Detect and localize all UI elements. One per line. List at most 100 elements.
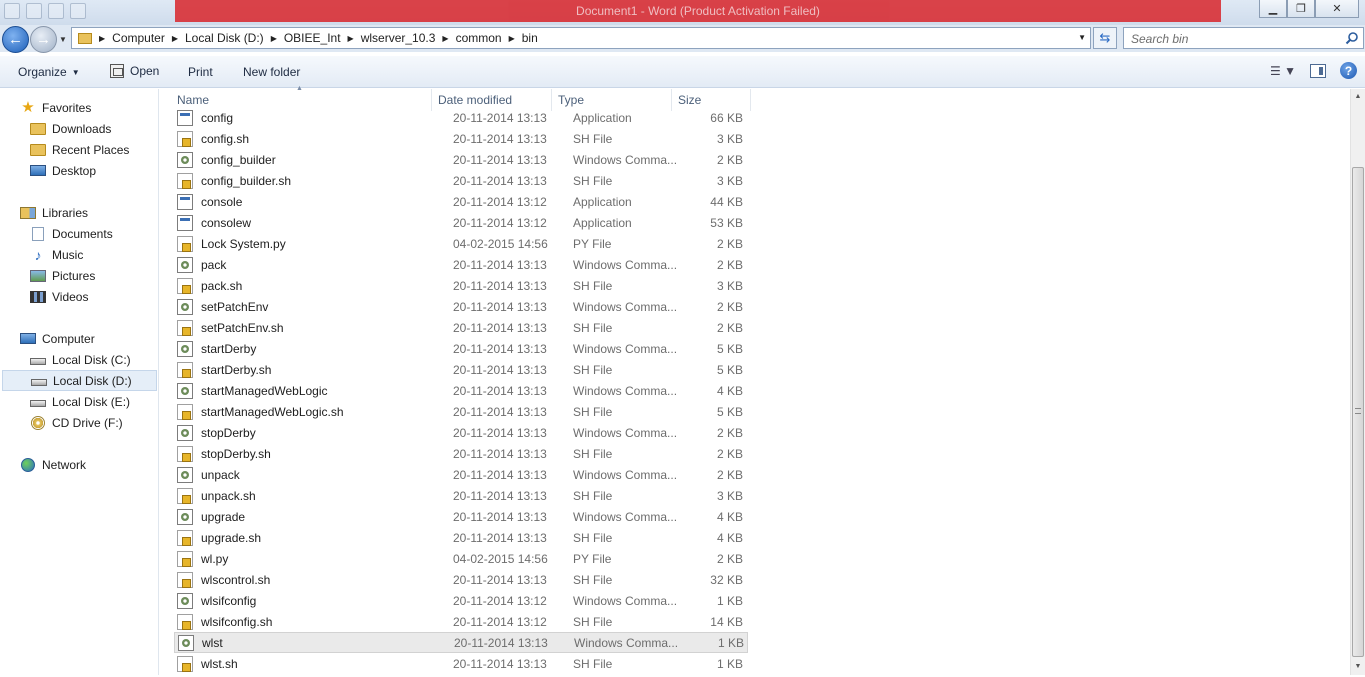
print-button[interactable]: Print [188, 65, 213, 79]
chevron-right-icon[interactable]: ▶ [509, 34, 515, 43]
scroll-thumb[interactable] [1352, 167, 1364, 657]
file-size: 4 KB [716, 509, 743, 524]
breadcrumb-bin[interactable]: bin [522, 31, 538, 45]
file-row[interactable]: pack.sh 20-11-2014 13:13 SH File 3 KB [174, 275, 748, 296]
file-type: SH File [573, 656, 613, 671]
scroll-up-button[interactable]: ▲ [1351, 89, 1365, 105]
file-row[interactable]: pack 20-11-2014 13:13 Windows Comma... 2 KB [174, 254, 748, 275]
nav-cd-drive-f[interactable]: CD Drive (F:) [30, 412, 157, 433]
forward-button[interactable]: → [30, 26, 57, 53]
undo-icon[interactable] [48, 3, 64, 19]
file-row[interactable]: setPatchEnv 20-11-2014 13:13 Windows Comma… [174, 296, 748, 317]
nav-downloads[interactable]: Downloads [30, 118, 157, 139]
file-type: SH File [573, 131, 613, 146]
nav-favorites[interactable]: ★ Favorites [20, 97, 157, 118]
redo-icon[interactable] [70, 3, 86, 19]
nav-label: Documents [52, 226, 113, 241]
drive-icon [30, 358, 46, 365]
change-view-button[interactable]: ☰ ▼ [1270, 64, 1296, 78]
nav-local-disk-c[interactable]: Local Disk (C:) [30, 349, 157, 370]
restore-button[interactable]: ❐ [1287, 0, 1315, 18]
file-row[interactable]: startDerby 20-11-2014 13:13 Windows Comma.… [174, 338, 748, 359]
search-icon[interactable] [1345, 31, 1359, 45]
file-name: Lock System.py [201, 236, 286, 251]
file-row[interactable]: stopDerby 20-11-2014 13:13 Windows Comma..… [174, 422, 748, 443]
preview-pane-button[interactable] [1310, 63, 1326, 78]
nav-pictures[interactable]: Pictures [30, 265, 157, 286]
nav-documents[interactable]: Documents [30, 223, 157, 244]
file-row[interactable]: wlst.sh 20-11-2014 13:13 SH File 1 KB [174, 653, 748, 674]
file-type: Windows Comma... [573, 299, 678, 314]
file-row[interactable]: startDerby.sh 20-11-2014 13:13 SH File 5 KB [174, 359, 748, 380]
organize-button[interactable]: Organize ▼ [18, 65, 80, 79]
script-file-icon [177, 571, 193, 588]
file-row[interactable]: consolew 20-11-2014 13:12 Application 53 KB [174, 212, 748, 233]
chevron-right-icon[interactable]: ▶ [442, 34, 448, 43]
file-date-modified: 20-11-2014 13:13 [453, 110, 547, 125]
file-row[interactable]: startManagedWebLogic.sh 20-11-2014 13:13 S… [174, 401, 748, 422]
file-date-modified: 20-11-2014 13:13 [453, 446, 547, 461]
file-row[interactable]: config 20-11-2014 13:13 Application 66 KB [174, 107, 748, 128]
file-name: startDerby [201, 341, 257, 356]
application-file-icon [177, 109, 193, 126]
nav-music[interactable]: ♪ Music [30, 244, 157, 265]
star-icon: ★ [21, 98, 35, 116]
breadcrumb-local-disk-d[interactable]: Local Disk (D:) [185, 31, 264, 45]
close-button[interactable]: ✕ [1315, 0, 1359, 18]
chevron-right-icon[interactable]: ▶ [348, 34, 354, 43]
breadcrumb-wlserver[interactable]: wlserver_10.3 [361, 31, 436, 45]
file-row[interactable]: wlsifconfig 20-11-2014 13:12 Windows Comma… [174, 590, 748, 611]
file-row[interactable]: unpack.sh 20-11-2014 13:13 SH File 3 KB [174, 485, 748, 506]
open-button[interactable]: Open [110, 64, 159, 78]
refresh-button[interactable]: ⇆ [1093, 27, 1117, 49]
file-date-modified: 20-11-2014 13:13 [453, 509, 547, 524]
nav-label: Network [42, 457, 87, 472]
nav-local-disk-d[interactable]: Local Disk (D:) [2, 370, 157, 391]
address-history-dropdown[interactable]: ▼ [1078, 33, 1086, 42]
search-input[interactable]: Search bin [1123, 27, 1364, 49]
breadcrumb-computer[interactable]: Computer [112, 31, 165, 45]
vertical-scrollbar[interactable]: ▲ ▼ [1350, 89, 1365, 675]
recent-pages-dropdown[interactable]: ▼ [59, 35, 67, 44]
file-row[interactable]: Lock System.py 04-02-2015 14:56 PY File 2 K… [174, 233, 748, 254]
file-row[interactable]: config_builder 20-11-2014 13:13 Windows Co… [174, 149, 748, 170]
chevron-right-icon[interactable]: ▶ [271, 34, 277, 43]
file-row[interactable]: upgrade.sh 20-11-2014 13:13 SH File 4 KB [174, 527, 748, 548]
new-folder-icon[interactable] [26, 3, 42, 19]
chevron-right-icon[interactable]: ▶ [172, 34, 178, 43]
file-row[interactable]: wlsifconfig.sh 20-11-2014 13:12 SH File 14 … [174, 611, 748, 632]
file-row[interactable]: console 20-11-2014 13:12 Application 44 KB [174, 191, 748, 212]
properties-icon[interactable] [4, 3, 20, 19]
file-row[interactable]: startManagedWebLogic 20-11-2014 13:13 Wind… [174, 380, 748, 401]
nav-network[interactable]: Network [20, 454, 157, 475]
nav-desktop[interactable]: Desktop [30, 160, 157, 181]
script-file-icon [177, 550, 193, 567]
file-row[interactable]: upgrade 20-11-2014 13:13 Windows Comma... 4… [174, 506, 748, 527]
nav-local-disk-e[interactable]: Local Disk (E:) [30, 391, 157, 412]
minimize-button[interactable]: ▁ [1259, 0, 1287, 18]
nav-videos[interactable]: Videos [30, 286, 157, 307]
refresh-icon: ⇆ [1099, 30, 1111, 45]
file-size: 3 KB [716, 488, 743, 503]
file-name: console [201, 194, 243, 209]
file-row[interactable]: wlst 20-11-2014 13:13 Windows Comma... 1 KB [174, 632, 748, 653]
nav-libraries[interactable]: Libraries [20, 202, 157, 223]
back-button[interactable]: ← [2, 26, 29, 53]
scroll-down-button[interactable]: ▼ [1351, 659, 1365, 675]
file-row[interactable]: stopDerby.sh 20-11-2014 13:13 SH File 2 KB [174, 443, 748, 464]
nav-recent-places[interactable]: Recent Places [30, 139, 157, 160]
chevron-right-icon[interactable]: ▶ [99, 34, 105, 43]
address-bar[interactable]: ▶ Computer ▶ Local Disk (D:) ▶ OBIEE_Int… [71, 27, 1091, 49]
file-row[interactable]: config_builder.sh 20-11-2014 13:13 SH File… [174, 170, 748, 191]
help-button[interactable]: ? [1340, 62, 1357, 79]
print-label: Print [188, 65, 213, 79]
new-folder-button[interactable]: New folder [243, 65, 300, 79]
breadcrumb-obiee-int[interactable]: OBIEE_Int [284, 31, 341, 45]
file-row[interactable]: config.sh 20-11-2014 13:13 SH File 3 KB [174, 128, 748, 149]
breadcrumb-common[interactable]: common [456, 31, 502, 45]
nav-computer[interactable]: Computer [20, 328, 157, 349]
file-row[interactable]: setPatchEnv.sh 20-11-2014 13:13 SH File 2 K… [174, 317, 748, 338]
file-row[interactable]: unpack 20-11-2014 13:13 Windows Comma... 2 … [174, 464, 748, 485]
file-row[interactable]: wlscontrol.sh 20-11-2014 13:13 SH File 32 K… [174, 569, 748, 590]
file-row[interactable]: wl.py 04-02-2015 14:56 PY File 2 KB [174, 548, 748, 569]
